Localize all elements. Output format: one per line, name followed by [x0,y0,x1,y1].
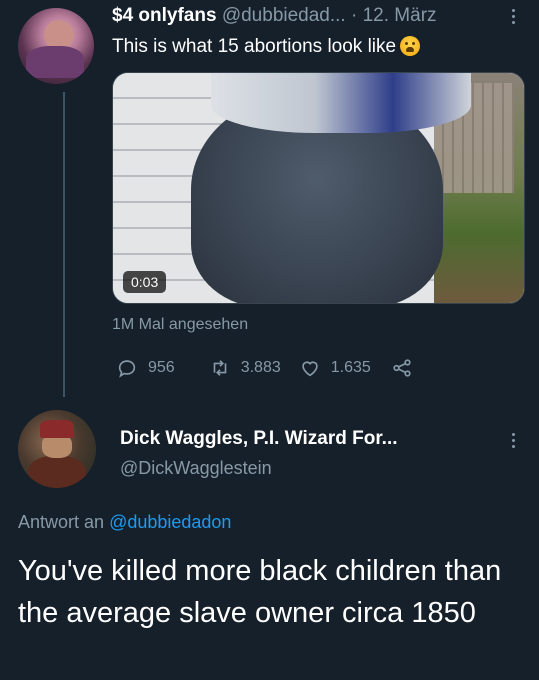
replying-to-link[interactable]: @dubbiedadon [109,512,231,532]
reply-text: You've killed more black children than t… [18,555,502,629]
video-timestamp: 0:03 [123,271,167,293]
reply-icon [118,360,136,378]
retweet-count: 3.883 [240,359,281,376]
reply-author-name[interactable]: Dick Waggles, P.I. Wizard For... [120,428,398,450]
tweet-actions: 956 3.883 1.635 [112,356,413,380]
heart-icon [302,361,318,377]
more-options-icon[interactable] [508,6,518,27]
author-handle[interactable]: @dubbiedad... [222,5,346,26]
thread-line [63,92,65,397]
more-options-icon[interactable] [508,430,518,451]
avatar-body [28,456,86,488]
reply-button[interactable]: 956 [116,357,175,379]
crying-emoji-icon [400,36,421,56]
like-count: 1.635 [330,359,371,376]
replying-to-prefix: Antwort an [18,512,105,532]
replying-to: Antwort an @dubbiedadon [18,512,231,533]
avatar-hat [40,420,74,438]
reply-author-avatar[interactable] [18,410,96,488]
retweet-icon [213,360,227,376]
avatar-hat [26,46,84,78]
reply-author-handle[interactable]: @DickWagglestein [120,458,272,479]
author-avatar[interactable] [18,8,94,84]
retweet-button[interactable]: 3.883 [209,357,281,379]
tweet-text: This is what 15 abortions look like [112,36,421,58]
share-button[interactable] [391,357,413,379]
author-name[interactable]: $4 onlyfans [112,5,217,26]
tweet-header: $4 onlyfans @dubbiedad... · 12. März [112,5,437,27]
share-icon [393,359,411,377]
video-player[interactable]: 0:03 [112,72,525,304]
video-subject-shirt [211,73,471,133]
reply-count: 956 [148,359,175,376]
header-separator: · [351,5,358,26]
tweet-date[interactable]: 12. März [363,5,437,26]
tweet-text-content: This is what 15 abortions look like [112,36,397,57]
view-count: 1M Mal angesehen [112,316,249,333]
like-button[interactable]: 1.635 [299,357,371,379]
